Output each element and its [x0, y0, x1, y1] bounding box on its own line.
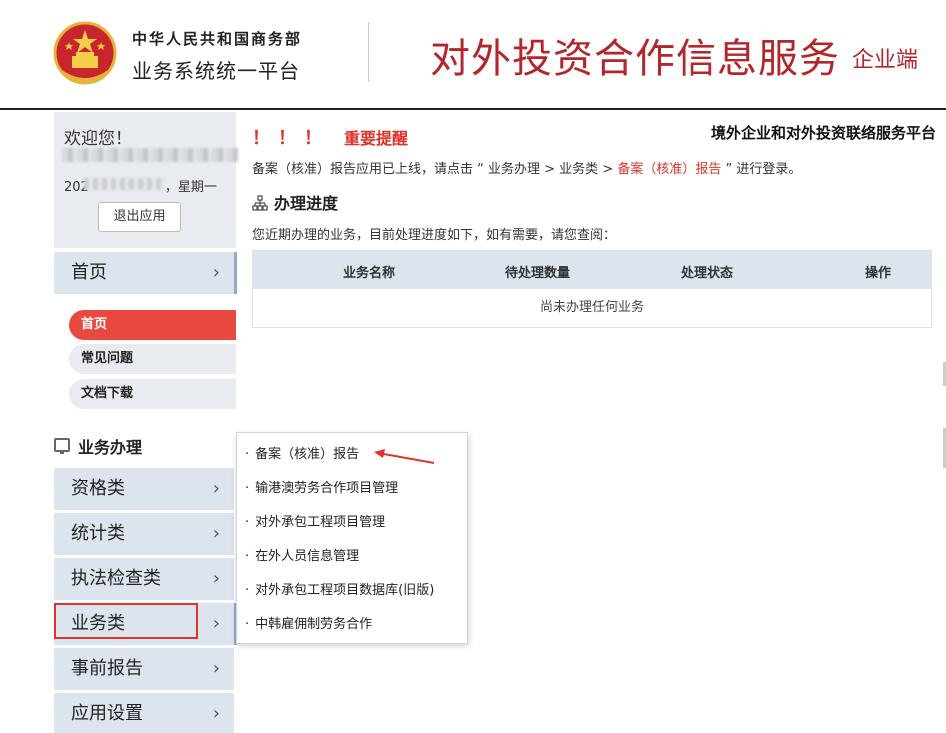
nav-settings-label: 应用设置 [71, 703, 143, 724]
logout-button[interactable]: 退出应用 [98, 202, 181, 232]
section-business: 业务办理 [54, 434, 236, 460]
nav-pre-report[interactable]: 事前报告 › [54, 648, 234, 690]
dropdown-item-hk-macao-labor[interactable]: ·输港澳劳务合作项目管理 [245, 479, 398, 499]
dropdown-item-label: 对外承包工程项目管理 [255, 515, 385, 530]
home-submenu: 首页 常见问题 文档下载 [54, 298, 236, 414]
chevron-right-icon: › [213, 513, 220, 555]
header: 中华人民共和国商务部 业务系统统一平台 对外投资合作信息服务 企业端 [0, 0, 946, 110]
section-business-title: 业务办理 [78, 434, 142, 458]
dropdown-item-label: 备案（核准）报告 [255, 447, 359, 462]
monitor-icon [54, 438, 70, 452]
progress-description: 您近期办理的业务，目前处理进度如下，如有需要，请您查阅： [252, 224, 616, 243]
col-business-name: 业务名称 [343, 262, 395, 281]
sitemap-icon [252, 195, 268, 211]
page-title: 对外投资合作信息服务 [430, 26, 840, 84]
page-subtitle: 企业端 [852, 42, 918, 74]
nav-qualification[interactable]: 资格类 › [54, 468, 234, 510]
chevron-right-icon: › [213, 252, 220, 294]
pointer-arrow-icon [372, 449, 436, 467]
org-name: 中华人民共和国商务部 [132, 28, 302, 49]
highlight-box [54, 603, 198, 639]
nav-home[interactable]: 首页 › [54, 252, 234, 294]
progress-table: 业务名称 待处理数量 处理状态 操作 尚未办理任何业务 [252, 250, 932, 328]
dropdown-item-label: 对外承包工程项目数据库(旧版) [255, 583, 434, 598]
header-divider [368, 22, 369, 82]
table-header: 业务名称 待处理数量 处理状态 操作 [253, 251, 931, 289]
dropdown-item-overseas-personnel[interactable]: ·在外人员信息管理 [245, 547, 359, 567]
dropdown-item-label: 在外人员信息管理 [255, 549, 359, 564]
chevron-right-icon: › [213, 468, 220, 510]
alert-marks: ！！！ [252, 128, 330, 149]
nav-business[interactable]: 业务类 › [54, 603, 234, 645]
nav-inspection[interactable]: 执法检查类 › [54, 558, 234, 600]
platform-name: 业务系统统一平台 [132, 55, 300, 84]
nav-qualification-label: 资格类 [71, 478, 125, 499]
chevron-right-icon: › [213, 693, 220, 733]
redacted-username [62, 148, 238, 162]
progress-heading: 办理进度 [252, 190, 338, 214]
table-empty-row: 尚未办理任何业务 [253, 289, 931, 327]
chevron-right-icon: › [213, 558, 220, 600]
dropdown-item-filing-report[interactable]: ·备案（核准）报告 [245, 445, 359, 465]
col-status: 处理状态 [681, 262, 733, 281]
platform-badge[interactable]: 境外企业和对外投资联络服务平台 [711, 122, 936, 143]
welcome-text: 欢迎您！ [64, 124, 132, 149]
submenu-faq[interactable]: 常见问题 [69, 344, 236, 374]
sidebar: 欢迎您！ 202，星期一 退出应用 首页 › 首页 常见问题 文档下载 业务办理… [54, 112, 236, 733]
notice-text: 备案（核准）报告应用已上线，请点击 “ 业务办理 > 业务类 > 备案（核准）报… [252, 158, 801, 177]
chevron-right-icon: › [213, 603, 220, 645]
submenu-downloads[interactable]: 文档下载 [69, 379, 236, 409]
col-pending-count: 待处理数量 [505, 262, 570, 281]
chevron-right-icon: › [213, 648, 220, 690]
welcome-panel: 欢迎您！ 202，星期一 退出应用 [54, 112, 236, 248]
nav-settings[interactable]: 应用设置 › [54, 693, 234, 733]
dropdown-item-label: 中韩雇佣制劳务合作 [255, 617, 372, 632]
progress-title: 办理进度 [274, 194, 338, 213]
dropdown-item-label: 输港澳劳务合作项目管理 [255, 481, 398, 496]
dropdown-item-korea-labor[interactable]: ·中韩雇佣制劳务合作 [245, 615, 372, 635]
dropdown-item-project-database[interactable]: ·对外承包工程项目数据库(旧版) [245, 581, 434, 601]
nav-home-label: 首页 [71, 262, 107, 283]
col-actions: 操作 [865, 262, 891, 281]
alert-heading: ！！！ 重要提醒 [252, 124, 408, 150]
notice-link[interactable]: 备案（核准）报告 [617, 162, 721, 177]
redacted-date [84, 178, 164, 190]
nav-pre-report-label: 事前报告 [71, 658, 143, 679]
date-weekday: ，星期一 [165, 180, 217, 195]
submenu-home[interactable]: 首页 [69, 310, 236, 340]
national-emblem-icon [52, 20, 118, 86]
dropdown-item-contract-projects[interactable]: ·对外承包工程项目管理 [245, 513, 385, 533]
alert-title: 重要提醒 [344, 129, 408, 148]
nav-statistics[interactable]: 统计类 › [54, 513, 234, 555]
nav-statistics-label: 统计类 [71, 523, 125, 544]
notice-prefix: 备案（核准）报告应用已上线，请点击 “ 业务办理 > 业务类 > [252, 162, 617, 177]
notice-suffix: ” 进行登录。 [721, 162, 801, 177]
nav-inspection-label: 执法检查类 [71, 568, 161, 589]
